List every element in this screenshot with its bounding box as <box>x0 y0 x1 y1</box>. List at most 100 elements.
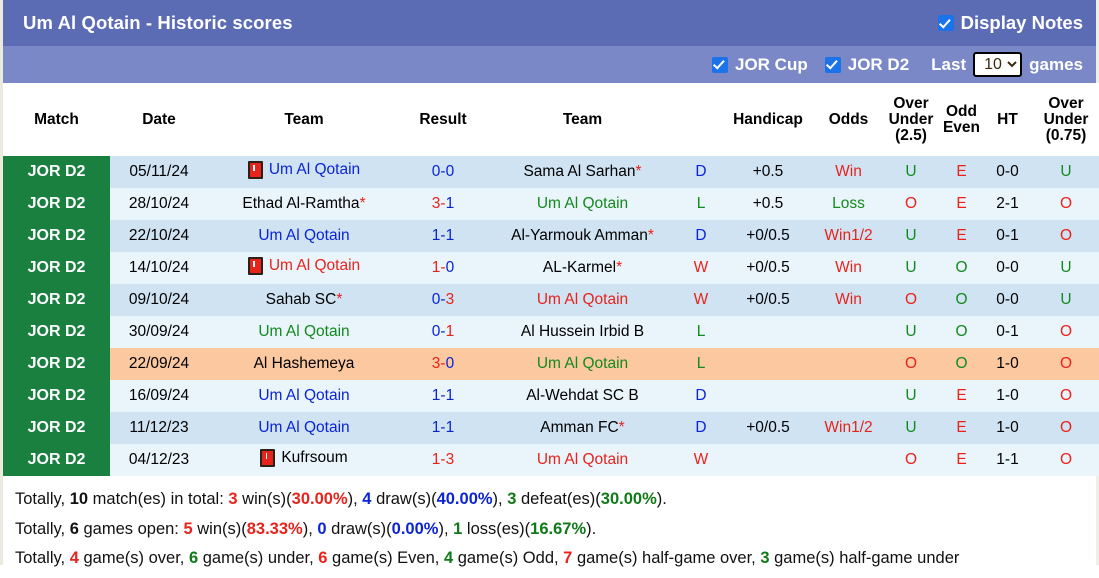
jor-d2-toggle[interactable]: JOR D2 <box>824 55 909 75</box>
team-name-cell: Kufrsoum <box>260 448 348 467</box>
asterisk-marker: * <box>336 291 343 308</box>
team-name: Kufrsoum <box>281 448 348 466</box>
cell-ht: 1-0 <box>996 419 1019 436</box>
cell-away-team: Sama Al Sarhan* <box>486 156 679 188</box>
cell-over-under-25: O <box>904 451 918 468</box>
col-ou075-line1: Over <box>1048 94 1084 112</box>
cell-ht: 0-0 <box>996 259 1019 276</box>
cell-home-team: Um Al Qotain <box>208 220 400 252</box>
summary-line-ou: Totally, 4 game(s) over, 6 game(s) under… <box>15 544 1084 574</box>
cell-league: JOR D2 <box>3 316 110 348</box>
table-row[interactable]: JOR D2 22/10/24 Um Al Qotain 1-1 Al-Yarmouk … <box>3 220 1099 252</box>
display-notes-toggle[interactable]: Display Notes <box>937 12 1083 34</box>
col-result[interactable]: Result <box>400 83 486 156</box>
summary-text: game(s) Odd, <box>453 549 564 567</box>
cell-over-under-25: U <box>905 259 917 276</box>
cell-away-team: Amman FC* <box>486 412 679 444</box>
table-row[interactable]: JOR D2 04/12/23 Kufrsoum 1-3 Um Al Qotain W O E… <box>3 444 1099 476</box>
display-notes-label: Display Notes <box>960 12 1083 33</box>
summary-open-wins-pct: 83.33% <box>246 519 303 538</box>
col-ht[interactable]: HT <box>985 83 1030 156</box>
col-team-away[interactable]: Team <box>486 83 679 156</box>
asterisk-marker: * <box>635 163 642 180</box>
col-odd-even[interactable]: Odd Even <box>938 83 985 156</box>
cell-ht: 0-0 <box>996 163 1019 180</box>
cell-date: 14/10/24 <box>128 259 190 276</box>
cell-result: 1-3 <box>431 451 455 468</box>
cell-result: 1-0 <box>431 259 455 276</box>
cell-date: 16/09/24 <box>128 387 190 404</box>
team-name-cell: AL-Karmel* <box>543 259 622 277</box>
cell-home-team: Um Al Qotain <box>208 380 400 412</box>
table-row[interactable]: JOR D2 30/09/24 Um Al Qotain 0-1 Al Hussein … <box>3 316 1099 348</box>
col-ou25-line2: Under <box>888 110 934 128</box>
table-row[interactable]: JOR D2 16/09/24 Um Al Qotain 1-1 Al-Wehdat S… <box>3 380 1099 412</box>
team-name: Al-Wehdat SC B <box>526 387 639 404</box>
red-card-icon <box>260 448 276 467</box>
checkbox-checked-icon[interactable] <box>937 15 954 31</box>
summary-draws-pct: 40.00% <box>436 490 493 508</box>
summary-text: defeat(es)( <box>516 490 601 508</box>
cell-home-team: Um Al Qotain <box>208 252 400 284</box>
team-name-cell: Sahab SC* <box>266 291 343 309</box>
checkbox-checked-icon[interactable] <box>824 56 841 73</box>
cell-date: 22/09/24 <box>128 355 190 372</box>
summary-text: game(s) half-game over, <box>572 549 761 567</box>
cell-over-under-25: O <box>904 195 918 212</box>
col-team-home[interactable]: Team <box>208 83 400 156</box>
page-title: Um Al Qotain - Historic scores <box>23 12 293 33</box>
cell-over-under-075: O <box>1059 419 1073 436</box>
table-row[interactable]: JOR D2 11/12/23 Um Al Qotain 1-1 Amman FC* D +… <box>3 412 1099 444</box>
red-card-icon <box>247 160 263 179</box>
summary-under: 6 <box>188 549 199 567</box>
cell-wdl: D <box>695 163 707 180</box>
cell-result: 1-1 <box>431 227 455 244</box>
games-count-select[interactable]: 10 <box>973 52 1023 77</box>
summary-open-draws-pct: 0.00% <box>391 519 439 538</box>
table-row[interactable]: JOR D2 05/11/24 Um Al Qotain 0-0 Sama Al Sar… <box>3 156 1099 188</box>
jor-cup-toggle[interactable]: JOR Cup <box>712 55 808 75</box>
col-over-under-075[interactable]: Over Under (0.75) <box>1030 83 1099 156</box>
team-name-cell: Sama Al Sarhan* <box>523 163 641 181</box>
summary-text: game(s) Even, <box>327 549 444 567</box>
cell-ht: 2-1 <box>996 195 1019 212</box>
team-name-cell: Um Al Qotain <box>258 419 349 437</box>
cell-away-team: Um Al Qotain <box>486 188 679 220</box>
team-name: Um Al Qotain <box>536 451 629 468</box>
summary-text: ). <box>656 490 667 508</box>
col-date[interactable]: Date <box>110 83 208 156</box>
col-over-under-25[interactable]: Over Under (2.5) <box>884 83 938 156</box>
cell-over-under-075: U <box>1060 163 1072 180</box>
summary-wins-pct: 30.00% <box>291 490 348 508</box>
cell-over-under-25: U <box>905 387 917 404</box>
cell-result: 3-0 <box>431 355 455 372</box>
cell-handicap <box>723 348 813 380</box>
table-row[interactable]: JOR D2 14/10/24 Um Al Qotain 1-0 AL-Karmel* W… <box>3 252 1099 284</box>
cell-odd-even: O <box>955 259 968 276</box>
summary-text: games open: <box>78 519 184 538</box>
cell-over-under-25: O <box>904 355 918 372</box>
team-name-cell: Al Hussein Irbid B <box>521 323 644 341</box>
historic-scores-table: Match Date Team Result Team Handicap Odd… <box>3 83 1099 476</box>
col-match[interactable]: Match <box>3 83 110 156</box>
team-name: Ethad Al-Ramtha* <box>242 195 366 212</box>
team-name: Amman FC* <box>540 419 625 436</box>
red-card-icon <box>247 256 263 275</box>
cell-wdl: L <box>696 195 706 212</box>
cell-home-team: Al Hashemeya <box>208 348 400 380</box>
col-odds[interactable]: Odds <box>813 83 884 156</box>
col-handicap[interactable]: Handicap <box>723 83 813 156</box>
summary-text: ), <box>347 490 363 508</box>
table-row[interactable]: JOR D2 28/10/24 Ethad Al-Ramtha* 3-1 Um Al Q… <box>3 188 1099 220</box>
col-oe-line1: Odd <box>946 102 977 120</box>
score-away: 1 <box>445 387 455 404</box>
summary-text: Totally, <box>15 490 70 508</box>
score-away: 3 <box>445 451 455 468</box>
table-row[interactable]: JOR D2 22/09/24 Al Hashemeya 3-0 Um Al Qotai… <box>3 348 1099 380</box>
checkbox-checked-icon[interactable] <box>712 56 728 73</box>
cell-date: 30/09/24 <box>128 323 190 340</box>
cell-odds: Win <box>835 291 862 308</box>
table-row[interactable]: JOR D2 09/10/24 Sahab SC* 0-3 Um Al Qotain W +… <box>3 284 1099 316</box>
summary-text: Totally, <box>15 549 70 567</box>
summary-text: ). <box>586 519 597 538</box>
